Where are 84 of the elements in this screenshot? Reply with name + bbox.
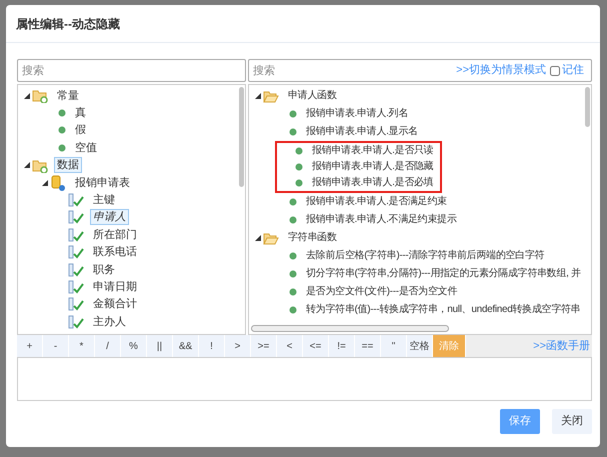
dot-icon	[289, 128, 297, 136]
tree-item[interactable]: 联系电话	[90, 244, 140, 260]
tree-node[interactable]: 常量	[54, 88, 82, 104]
remember-checkbox[interactable]	[550, 66, 560, 76]
tree-item[interactable]: 报销申请表.申请人.是否隐藏	[309, 159, 436, 175]
dot-icon	[289, 270, 297, 278]
folder-icon	[32, 158, 48, 173]
operator-button[interactable]: +	[17, 335, 43, 357]
tree-item[interactable]: 真	[72, 105, 89, 122]
operator-button[interactable]: /	[95, 335, 121, 357]
tree-item[interactable]: 转为字符串(值)---转换成字符串，null、undefined转换成空字符串	[303, 302, 584, 318]
collapse-toggle[interactable]	[255, 93, 261, 99]
collapse-toggle[interactable]	[42, 180, 48, 186]
field-icon	[68, 280, 84, 294]
tree-node[interactable]: 申请人函数	[285, 88, 340, 104]
operator-button[interactable]: 空格	[407, 335, 433, 357]
tree-item[interactable]: 假	[72, 122, 89, 138]
tree-item[interactable]: 切分字符串(字符串,分隔符)---用指定的元素分隔成字符串数组, 并	[303, 266, 584, 282]
field-icon	[68, 193, 84, 208]
tree-item[interactable]: 去除前后空格(字符串)---清除字符串前后两端的空白字符	[303, 248, 548, 264]
tree-item[interactable]: 主键	[90, 192, 118, 208]
tree-item[interactable]: 报销申请表.申请人.是否必填	[309, 175, 436, 191]
tree-item[interactable]: 报销申请表.申请人.是否满足约束	[303, 194, 450, 210]
tree-node[interactable]: 数据	[54, 157, 82, 174]
operator-button[interactable]: ||	[147, 335, 173, 357]
field-icon	[68, 262, 84, 277]
search-field[interactable]: 搜索	[17, 59, 246, 82]
expression-field[interactable]	[17, 357, 592, 401]
operator-button[interactable]: !	[199, 335, 225, 357]
dot-icon	[289, 198, 297, 206]
tree-node[interactable]: 报销申请表	[72, 174, 133, 191]
tree-item[interactable]: 申请人	[90, 209, 129, 226]
dot-icon	[289, 288, 297, 296]
tree-item[interactable]: 报销申请表.申请人.列名	[303, 106, 411, 122]
operator-button[interactable]: -	[43, 335, 69, 357]
dot-icon	[58, 126, 66, 134]
tree-item[interactable]: 主办人	[90, 314, 129, 330]
tree-item[interactable]: 空值	[72, 140, 100, 156]
dot-icon	[295, 179, 303, 187]
dot-icon	[289, 110, 297, 118]
remember-label: 记住	[562, 63, 584, 78]
operator-button[interactable]: "	[381, 335, 407, 357]
scrollbar[interactable]	[251, 325, 449, 332]
folder-icon	[263, 231, 279, 245]
collapse-toggle[interactable]	[255, 235, 261, 241]
operator-button[interactable]: &&	[173, 335, 199, 357]
operator-button[interactable]: <=	[303, 335, 329, 357]
dialog-title: 属性编辑--动态隐藏	[16, 16, 120, 32]
tree-item[interactable]: 职务	[90, 262, 118, 278]
operator-button[interactable]: <	[277, 335, 303, 357]
tree-item[interactable]: 是否为空文件(文件)---是否为空文件	[303, 284, 460, 300]
operator-button[interactable]: >	[225, 335, 251, 357]
operator-button[interactable]: >=	[251, 335, 277, 357]
operator-button[interactable]: %	[121, 335, 147, 357]
close-button[interactable]: 关闭	[552, 409, 592, 434]
tree-item[interactable]: 报销申请表.申请人.不满足约束提示	[303, 212, 460, 228]
database-icon	[50, 174, 66, 191]
dot-icon	[58, 109, 66, 118]
dot-icon	[58, 144, 66, 152]
collapse-toggle[interactable]	[24, 92, 30, 99]
folder-icon	[32, 88, 48, 104]
operator-button[interactable]: !=	[329, 335, 355, 357]
dot-icon	[289, 306, 297, 314]
scrollbar[interactable]	[585, 87, 590, 127]
operator-button[interactable]: *	[69, 335, 95, 357]
tree-item[interactable]: 金额合计	[90, 296, 140, 312]
tree-item[interactable]: 报销申请表.申请人.是否只读	[309, 143, 436, 159]
field-icon	[68, 210, 84, 224]
field-icon	[68, 314, 84, 329]
dot-icon	[295, 163, 303, 171]
folder-icon	[263, 89, 279, 103]
field-icon	[68, 297, 84, 312]
dot-icon	[289, 216, 297, 224]
tree-item[interactable]: 报销申请表.申请人.显示名	[303, 124, 421, 140]
tree-node[interactable]: 字符串函数	[285, 230, 340, 246]
tree-item[interactable]: 申请日期	[90, 278, 140, 295]
scrollbar[interactable]	[239, 87, 244, 187]
collapse-toggle[interactable]	[24, 162, 30, 168]
dot-icon	[295, 147, 303, 155]
operator-button[interactable]: ==	[355, 335, 381, 357]
field-icon	[68, 245, 84, 260]
field-icon	[68, 228, 84, 242]
dot-icon	[289, 252, 297, 260]
tree-item[interactable]: 所在部门	[90, 226, 140, 243]
